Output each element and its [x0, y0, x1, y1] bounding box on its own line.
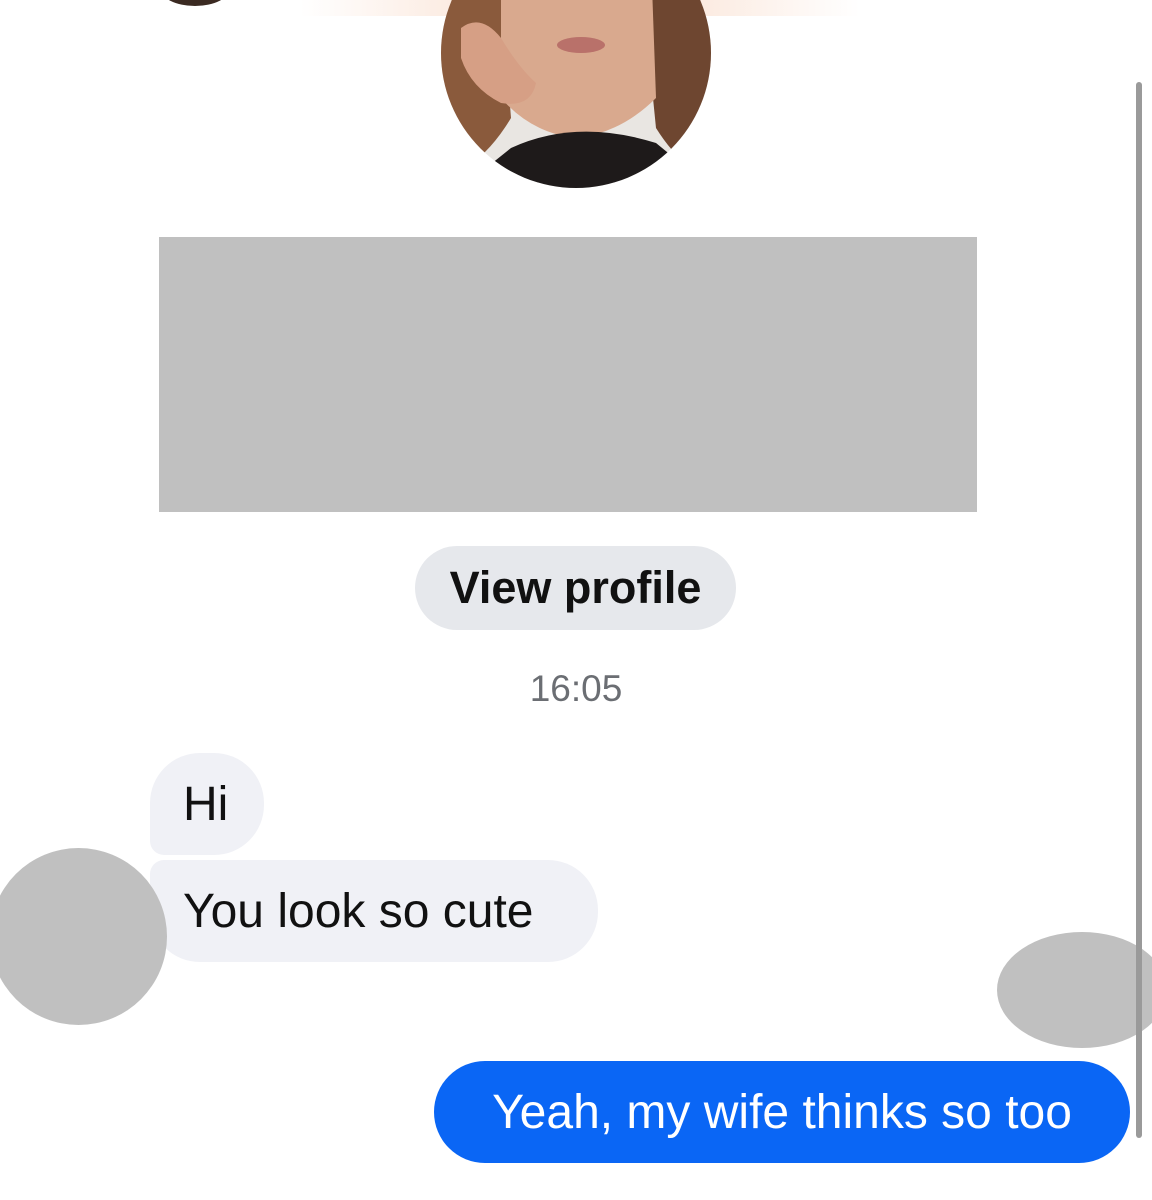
read-receipt-avatar-redacted	[997, 932, 1152, 1048]
redacted-contact-name	[159, 237, 977, 512]
top-avatar-edge	[160, 0, 230, 6]
profile-photo-image	[441, 0, 711, 188]
incoming-message-bubble[interactable]: You look so cute	[150, 860, 598, 962]
view-profile-button[interactable]: View profile	[415, 546, 736, 630]
message-text: Hi	[183, 777, 229, 831]
contact-profile-photo[interactable]	[441, 0, 711, 188]
incoming-message-bubble[interactable]: Hi	[150, 753, 264, 855]
outgoing-message-bubble[interactable]: Yeah, my wife thinks so too	[434, 1061, 1130, 1163]
message-timestamp: 16:05	[529, 668, 623, 709]
message-text: Yeah, my wife thinks so too	[492, 1085, 1072, 1139]
sender-avatar-redacted[interactable]	[0, 848, 167, 1025]
scrollbar[interactable]	[1136, 82, 1142, 1138]
message-text: You look so cute	[183, 884, 534, 938]
